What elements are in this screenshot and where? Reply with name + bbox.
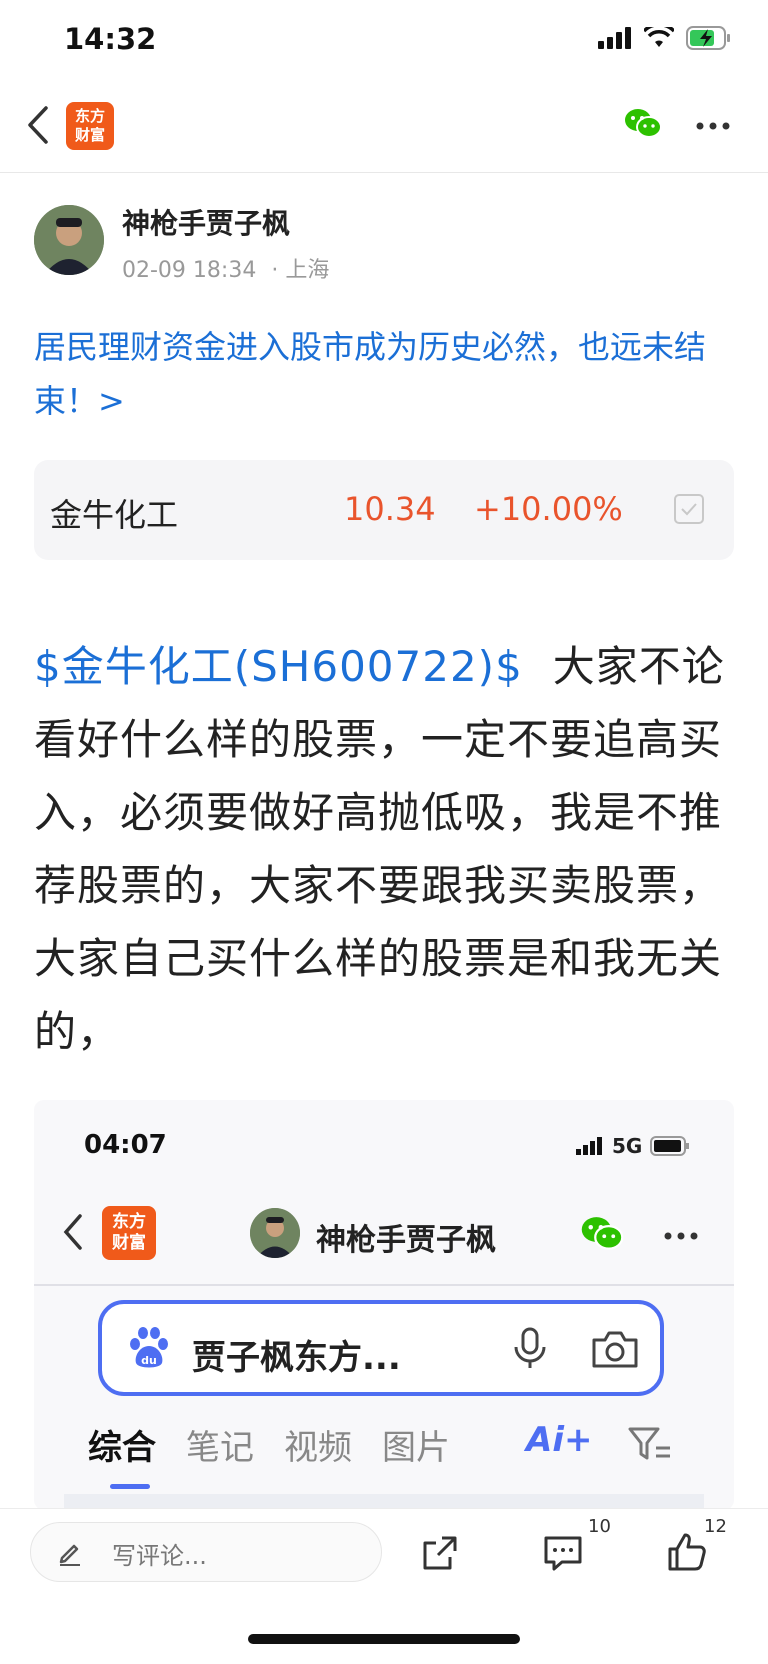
filter-icon [628,1426,672,1466]
wechat-icon [625,109,662,138]
embedded-back-icon [60,1212,86,1256]
post-body: $金牛化工(SH600722)$ 大家不论看好什么样的股票，一定不要追高买入，必须… [34,630,734,1068]
embedded-status-time: 04:07 [84,1130,167,1160]
like-button[interactable] [666,1531,708,1577]
embedded-logo: 东方 财富 [102,1206,156,1260]
embedded-tab-notes: 笔记 [186,1428,254,1468]
wechat-share-button[interactable] [624,108,662,144]
chevron-left-icon [28,106,48,144]
share-icon [423,1536,457,1570]
home-indicator[interactable] [248,1634,520,1644]
logo-line-1: 东方 [74,107,105,125]
embedded-logo-line-2: 财富 [112,1233,146,1253]
stock-tag-link[interactable]: $金牛化工(SH600722)$ [34,642,523,691]
post-date: 02-09 18:34 [122,258,257,283]
status-icons [598,26,732,50]
back-button[interactable] [22,100,62,150]
embedded-author-name: 神枪手贾子枫 [316,1223,496,1258]
embedded-tab-images: 图片 [382,1428,450,1468]
more-dots-icon [696,122,730,130]
share-button[interactable] [420,1533,460,1577]
pencil-icon [56,1538,84,1570]
svg-text:du: du [141,1354,157,1367]
stock-name: 金牛化工 [50,496,179,534]
comment-icon [544,1536,582,1571]
comment-placeholder: 写评论... [112,1542,207,1570]
stock-price: 10.34 [344,490,436,528]
embedded-tab-video: 视频 [284,1428,352,1468]
camera-icon [590,1328,640,1376]
thumbs-up-icon [668,1533,706,1571]
battery-icon [650,1136,690,1156]
more-button[interactable] [696,116,730,135]
embedded-logo-line-1: 东方 [112,1212,146,1232]
embedded-tabs: 综合 笔记 视频 图片 [88,1420,450,1469]
embedded-network-label: 5G [612,1134,643,1158]
battery-charging-icon [686,26,730,50]
baidu-paw-icon: du [126,1326,172,1374]
post-meta: 02-09 18:34 · 上海 [122,252,329,284]
eastmoney-logo[interactable]: 东方 财富 [66,102,114,150]
embedded-tab-all: 综合 [88,1428,156,1468]
comment-count: 10 [588,1516,611,1537]
embedded-tab-ai: Ai+ [526,1420,593,1460]
embedded-divider [34,1284,734,1286]
author-avatar[interactable] [34,205,104,275]
embedded-more-icon [662,1226,700,1245]
embedded-search-query: 贾子枫东方... [192,1338,401,1378]
wifi-icon [644,27,674,47]
check-icon [681,503,697,516]
embedded-wechat-icon [580,1216,624,1256]
signal-icon [598,27,631,49]
add-watchlist-checkbox[interactable] [674,494,704,524]
like-count: 12 [704,1516,727,1537]
embedded-avatar [250,1208,300,1258]
post-title-link[interactable]: 居民理财资金进入股市成为历史必然，也远未结束！> [34,320,734,428]
comment-button[interactable] [542,1533,584,1577]
author-name[interactable]: 神枪手贾子枫 [122,202,290,242]
microphone-icon [510,1326,550,1376]
post-body-text: 大家不论看好什么样的股票，一定不要追高买入，必须要做好高抛低吸，我是不推荐股票的… [34,642,725,1056]
post-location: · 上海 [271,258,330,283]
stock-change: +10.00% [474,490,623,528]
signal-icon [576,1137,602,1155]
embedded-status-icons: 5G [576,1134,690,1158]
logo-line-2: 财富 [74,126,105,144]
status-time: 14:32 [64,22,157,56]
embedded-tab-underline [110,1484,150,1489]
